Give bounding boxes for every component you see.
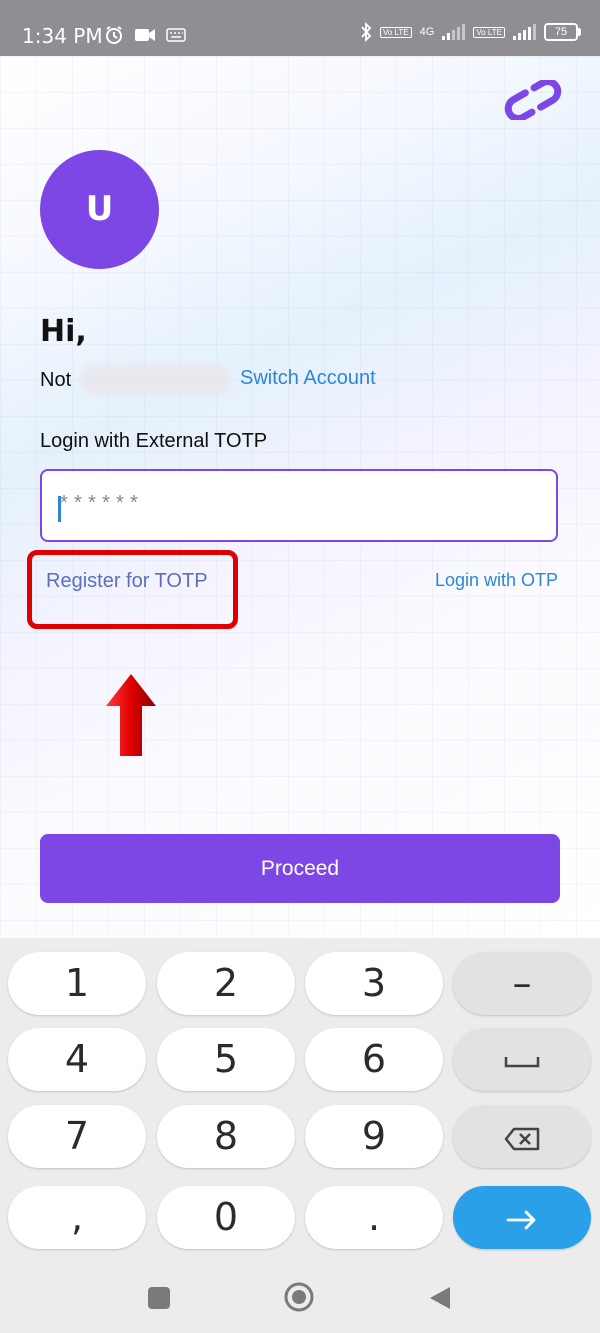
login-screen: U Hi, Not Switch Account Login with Exte… [0,56,600,938]
video-camera-icon [135,29,155,41]
key-3[interactable]: 3 [305,952,443,1015]
key-space[interactable] [453,1028,591,1091]
keyboard-status-icon [166,28,186,42]
key-0[interactable]: 0 [157,1186,295,1249]
key-5[interactable]: 5 [157,1028,295,1091]
text-cursor [58,496,61,522]
red-arrow-up-icon [106,674,156,756]
home-icon[interactable] [284,1282,314,1312]
switch-account-link[interactable]: Switch Account [240,367,376,390]
brand-logo-icon [504,80,562,120]
key-9[interactable]: 9 [305,1105,443,1168]
key-1[interactable]: 1 [8,952,146,1015]
arrow-right-icon [506,1210,536,1229]
bluetooth-icon [361,22,372,42]
status-time: 1:34 PM [22,24,103,48]
numeric-keyboard: 1 2 3 – 4 5 6 7 8 9 , 0 . [0,938,600,1268]
network-type: 4G [419,26,435,38]
space-icon [504,1056,540,1067]
battery-icon: 75 [544,23,581,41]
volte-badge-2: Vo LTE [473,26,505,38]
totp-field-label: Login with External TOTP [40,430,268,452]
backspace-icon [504,1127,540,1150]
status-right-icons: Vo LTE 4G Vo LTE 75 [360,22,581,42]
key-enter[interactable] [453,1186,591,1249]
login-with-otp-link[interactable]: Login with OTP [435,570,558,591]
status-left-icons [104,25,186,45]
key-7[interactable]: 7 [8,1105,146,1168]
proceed-button[interactable]: Proceed [40,834,560,903]
register-totp-link[interactable]: Register for TOTP [46,570,208,593]
back-icon[interactable] [428,1285,452,1311]
alarm-icon [106,26,122,44]
greeting-title: Hi, [40,314,87,349]
totp-input[interactable] [40,469,558,542]
system-nav-bar [0,1268,600,1333]
not-label: Not [40,369,72,391]
key-backspace[interactable] [453,1105,591,1168]
key-6[interactable]: 6 [305,1028,443,1091]
key-minus[interactable]: – [453,952,591,1015]
key-period[interactable]: . [305,1186,443,1249]
signal-icon-1 [442,24,466,40]
signal-icon-2 [513,24,536,40]
redacted-username [80,365,230,395]
volte-badge-1: Vo LTE [380,26,412,38]
key-4[interactable]: 4 [8,1028,146,1091]
key-comma[interactable]: , [8,1186,146,1249]
recent-apps-icon[interactable] [148,1287,170,1309]
key-8[interactable]: 8 [157,1105,295,1168]
key-2[interactable]: 2 [157,952,295,1015]
user-avatar: U [40,150,159,269]
